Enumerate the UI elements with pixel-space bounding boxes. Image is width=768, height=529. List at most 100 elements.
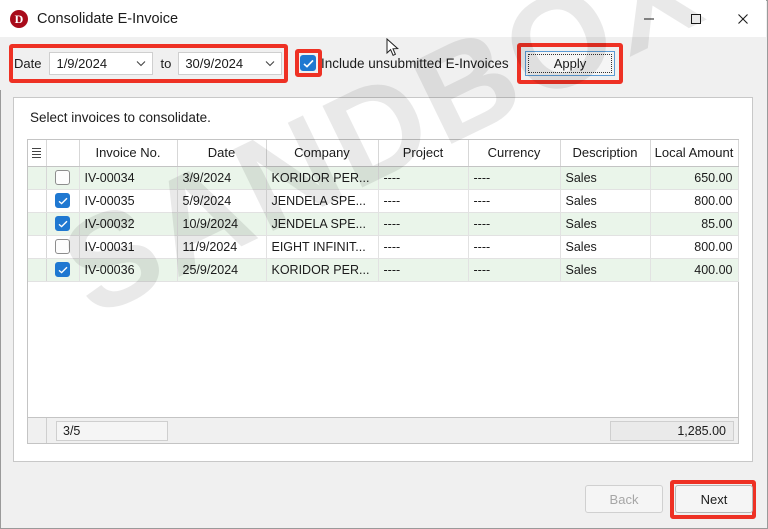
cell-company: KORIDOR PER... <box>266 166 378 189</box>
cell-date: 3/9/2024 <box>177 166 266 189</box>
close-button[interactable] <box>719 0 766 37</box>
cell-invoice-no: IV-00034 <box>79 166 177 189</box>
table-row[interactable]: IV-00036 25/9/2024 KORIDOR PER... ---- -… <box>28 258 738 281</box>
row-gutter <box>28 258 46 281</box>
date-to-dropdown[interactable]: 30/9/2024 <box>178 52 282 75</box>
row-checkbox[interactable] <box>55 193 70 208</box>
row-checkbox-cell[interactable] <box>46 235 79 258</box>
column-header-company[interactable]: Company <box>266 140 378 166</box>
date-label: Date <box>14 56 41 71</box>
cell-description: Sales <box>560 235 650 258</box>
row-gutter <box>28 166 46 189</box>
apply-button[interactable]: Apply <box>525 51 615 76</box>
include-unsubmitted-checkbox[interactable] <box>300 55 316 71</box>
cell-project: ---- <box>378 166 468 189</box>
table-body: IV-00034 3/9/2024 KORIDOR PER... ---- --… <box>28 166 738 281</box>
column-header-currency[interactable]: Currency <box>468 140 560 166</box>
date-range-group: Date 1/9/2024 to 30/9/2024 <box>14 52 282 75</box>
total-local-amount: 1,285.00 <box>610 421 734 441</box>
mouse-cursor <box>386 38 400 63</box>
include-unsubmitted-label: Include unsubmitted E-Invoices <box>321 56 509 71</box>
back-button-label: Back <box>610 492 639 507</box>
next-button[interactable]: Next <box>675 485 753 513</box>
table-header-row: Invoice No. Date Company Project Currenc… <box>28 140 738 166</box>
row-checkbox-cell[interactable] <box>46 189 79 212</box>
invoice-grid[interactable]: Invoice No. Date Company Project Currenc… <box>27 139 739 418</box>
cell-project: ---- <box>378 258 468 281</box>
cell-description: Sales <box>560 258 650 281</box>
minimize-button[interactable] <box>625 0 672 37</box>
cell-invoice-no: IV-00032 <box>79 212 177 235</box>
cell-date: 5/9/2024 <box>177 189 266 212</box>
column-header-local-amount[interactable]: Local Amount <box>650 140 738 166</box>
invoice-table: Invoice No. Date Company Project Currenc… <box>28 140 739 282</box>
column-header-description[interactable]: Description <box>560 140 650 166</box>
cell-invoice-no: IV-00036 <box>79 258 177 281</box>
date-to-value: 30/9/2024 <box>185 56 259 71</box>
row-checkbox-cell[interactable] <box>46 258 79 281</box>
row-checkbox-cell[interactable] <box>46 212 79 235</box>
include-unsubmitted-group[interactable]: Include unsubmitted E-Invoices <box>300 55 509 71</box>
cell-currency: ---- <box>468 189 560 212</box>
column-header-invoice-no[interactable]: Invoice No. <box>79 140 177 166</box>
app-logo-icon: D <box>10 10 28 28</box>
maximize-button[interactable] <box>672 0 719 37</box>
summary-gutter <box>28 418 47 443</box>
table-row[interactable]: IV-00035 5/9/2024 JENDELA SPE... ---- --… <box>28 189 738 212</box>
row-checkbox[interactable] <box>55 216 70 231</box>
date-from-value: 1/9/2024 <box>56 56 130 71</box>
cell-project: ---- <box>378 212 468 235</box>
row-checkbox[interactable] <box>55 239 70 254</box>
row-checkbox-cell[interactable] <box>46 166 79 189</box>
cell-local-amount: 650.00 <box>650 166 738 189</box>
cell-local-amount: 800.00 <box>650 189 738 212</box>
table-row[interactable]: IV-00034 3/9/2024 KORIDOR PER... ---- --… <box>28 166 738 189</box>
row-checkbox[interactable] <box>55 170 70 185</box>
row-checkbox[interactable] <box>55 262 70 277</box>
chevron-down-icon <box>259 53 281 74</box>
panel-instruction: Select invoices to consolidate. <box>30 110 211 125</box>
cell-local-amount: 400.00 <box>650 258 738 281</box>
cell-project: ---- <box>378 235 468 258</box>
column-header-date[interactable]: Date <box>177 140 266 166</box>
chevron-down-icon <box>130 53 152 74</box>
cell-local-amount: 85.00 <box>650 212 738 235</box>
next-button-label: Next <box>701 492 728 507</box>
focus-outline <box>528 54 612 73</box>
cell-description: Sales <box>560 189 650 212</box>
row-gutter <box>28 189 46 212</box>
column-header-project[interactable]: Project <box>378 140 468 166</box>
cell-description: Sales <box>560 212 650 235</box>
window-controls <box>625 0 766 37</box>
title-bar: D Consolidate E-Invoice <box>0 0 766 37</box>
table-row[interactable]: IV-00031 11/9/2024 EIGHT INFINIT... ----… <box>28 235 738 258</box>
select-all-column[interactable] <box>46 140 79 166</box>
grid-menu-icon[interactable] <box>28 140 46 166</box>
cell-currency: ---- <box>468 212 560 235</box>
cell-description: Sales <box>560 166 650 189</box>
cell-currency: ---- <box>468 166 560 189</box>
cell-date: 10/9/2024 <box>177 212 266 235</box>
cell-project: ---- <box>378 189 468 212</box>
cell-currency: ---- <box>468 235 560 258</box>
row-gutter <box>28 235 46 258</box>
cell-local-amount: 800.00 <box>650 235 738 258</box>
cell-date: 25/9/2024 <box>177 258 266 281</box>
window-title: Consolidate E-Invoice <box>37 11 178 27</box>
cell-currency: ---- <box>468 258 560 281</box>
row-gutter <box>28 212 46 235</box>
cell-company: EIGHT INFINIT... <box>266 235 378 258</box>
back-button[interactable]: Back <box>585 485 663 513</box>
cell-date: 11/9/2024 <box>177 235 266 258</box>
cell-company: JENDELA SPE... <box>266 212 378 235</box>
table-row[interactable]: IV-00032 10/9/2024 JENDELA SPE... ---- -… <box>28 212 738 235</box>
cell-invoice-no: IV-00031 <box>79 235 177 258</box>
date-from-dropdown[interactable]: 1/9/2024 <box>49 52 153 75</box>
invoice-selection-panel: Select invoices to consolidate. Invoice … <box>13 97 753 462</box>
date-to-label: to <box>160 56 171 71</box>
cell-invoice-no: IV-00035 <box>79 189 177 212</box>
selection-count: 3/5 <box>56 421 168 441</box>
cell-company: KORIDOR PER... <box>266 258 378 281</box>
grid-summary-bar: 3/5 1,285.00 <box>27 418 739 444</box>
cell-company: JENDELA SPE... <box>266 189 378 212</box>
